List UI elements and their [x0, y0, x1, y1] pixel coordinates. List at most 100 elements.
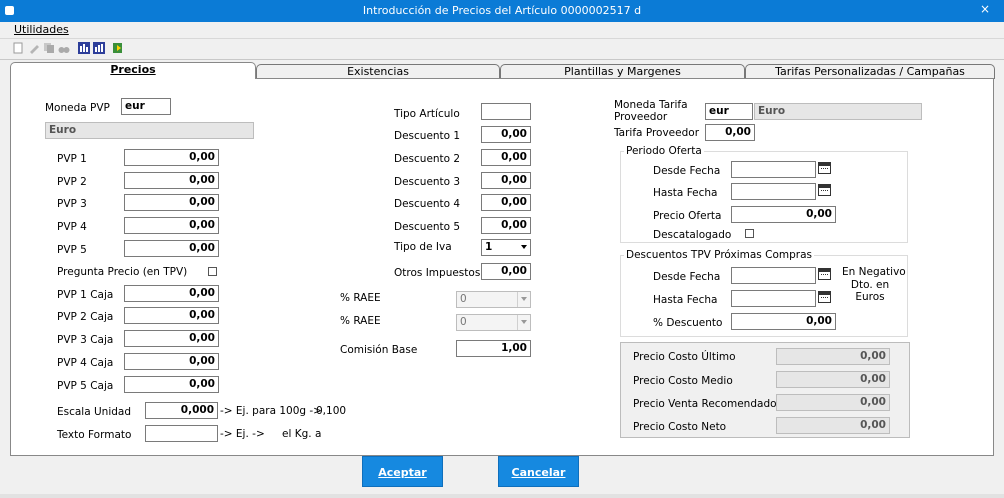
- costo-medio-value: 0,00: [776, 371, 890, 388]
- tipo-iva-value: 1: [485, 241, 493, 253]
- escala-example: 0,100: [316, 405, 347, 417]
- calendar-icon[interactable]: [818, 184, 831, 196]
- comision-base-label: Comisión Base: [340, 344, 418, 356]
- tarifa-proveedor-label: Tarifa Proveedor: [614, 127, 700, 139]
- pvp5-caja-label: PVP 5 Caja: [57, 380, 114, 392]
- pvp3-label: PVP 3: [57, 198, 87, 210]
- texto-hint: -> Ej. ->: [220, 428, 265, 440]
- cancelar-button[interactable]: Cancelar: [498, 456, 579, 487]
- moneda-tarifa-label-2: Proveedor: [614, 111, 668, 123]
- pvp4-label: PVP 4: [57, 221, 87, 233]
- calendar-icon[interactable]: [818, 162, 831, 174]
- pregunta-precio-label: Pregunta Precio (en TPV): [57, 266, 188, 278]
- calendar-icon[interactable]: [818, 268, 831, 280]
- descuento4-input[interactable]: 0,00: [481, 194, 531, 211]
- precio-oferta-label: Precio Oferta: [653, 210, 722, 222]
- descuento5-input[interactable]: 0,00: [481, 217, 531, 234]
- dtpv-pct-input[interactable]: 0,00: [731, 313, 836, 330]
- tab-plantillas[interactable]: Plantillas y Margenes: [500, 64, 745, 79]
- calendar-icon[interactable]: [818, 291, 831, 303]
- otros-impuestos-input[interactable]: 0,00: [481, 263, 531, 280]
- pvp4-caja-input[interactable]: 0,00: [124, 353, 219, 370]
- descatalogado-checkbox[interactable]: [745, 229, 754, 238]
- dtpv-desde-label: Desde Fecha: [653, 271, 721, 283]
- moneda-tarifa-input[interactable]: eur: [705, 103, 753, 120]
- venta-recomendado-value: 0,00: [776, 394, 890, 411]
- title-bar: Introducción de Precios del Artículo 000…: [0, 0, 1004, 22]
- tab-existencias[interactable]: Existencias: [256, 64, 500, 79]
- costo-neto-value: 0,00: [776, 417, 890, 434]
- pvp4-caja-label: PVP 4 Caja: [57, 357, 114, 369]
- descuento2-input[interactable]: 0,00: [481, 149, 531, 166]
- tab-tarifas[interactable]: Tarifas Personalizadas / Campañas: [745, 64, 995, 79]
- oferta-hasta-label: Hasta Fecha: [653, 187, 718, 199]
- pvp3-input[interactable]: 0,00: [124, 194, 219, 211]
- pvp5-caja-input[interactable]: 0,00: [124, 376, 219, 393]
- descuento1-input[interactable]: 0,00: [481, 126, 531, 143]
- descuento3-input[interactable]: 0,00: [481, 172, 531, 189]
- raee2-label: % RAEE: [340, 315, 381, 327]
- menu-utilidades[interactable]: Utilidades: [14, 23, 69, 36]
- costo-ultimo-label: Precio Costo Último: [633, 351, 736, 363]
- menu-bar: Utilidades: [0, 22, 1004, 38]
- edit-icon[interactable]: [28, 42, 40, 54]
- pvp1-input[interactable]: 0,00: [124, 149, 219, 166]
- oferta-hasta-input[interactable]: [731, 183, 816, 200]
- chevron-down-icon: [521, 320, 527, 324]
- dtpv-hasta-input[interactable]: [731, 290, 816, 307]
- descuento2-label: Descuento 2: [394, 153, 461, 165]
- otros-impuestos-label: Otros Impuestos: [394, 267, 481, 279]
- pvp5-input[interactable]: 0,00: [124, 240, 219, 257]
- pregunta-precio-checkbox[interactable]: [208, 267, 217, 276]
- periodo-oferta-title: Periodo Oferta: [624, 145, 704, 157]
- search-binoculars-icon[interactable]: [58, 42, 70, 54]
- tarifa-proveedor-input[interactable]: 0,00: [705, 124, 755, 141]
- raee1-label: % RAEE: [340, 292, 381, 304]
- escala-unidad-input[interactable]: 0,000: [145, 402, 218, 419]
- pvp4-input[interactable]: 0,00: [124, 217, 219, 234]
- tipo-iva-select[interactable]: 1: [481, 239, 531, 256]
- escala-hint: -> Ej. para 100g ->: [220, 405, 322, 417]
- pvp1-caja-input[interactable]: 0,00: [124, 285, 219, 302]
- aceptar-button[interactable]: Aceptar: [362, 456, 443, 487]
- descuento4-label: Descuento 4: [394, 198, 461, 210]
- precio-oferta-input[interactable]: 0,00: [731, 206, 836, 223]
- moneda-tarifa-description: Euro: [754, 103, 922, 120]
- descuento5-label: Descuento 5: [394, 221, 461, 233]
- close-button[interactable]: ×: [980, 2, 990, 16]
- descuentos-tpv-title: Descuentos TPV Próximas Compras: [624, 249, 814, 261]
- descatalogado-label: Descatalogado: [653, 229, 732, 241]
- dtpv-hasta-label: Hasta Fecha: [653, 294, 718, 306]
- new-document-icon[interactable]: [12, 42, 24, 54]
- moneda-pvp-input[interactable]: eur: [121, 98, 171, 115]
- export-sheet-icon[interactable]: [112, 42, 124, 54]
- oferta-desde-input[interactable]: [731, 161, 816, 178]
- dtpv-desde-input[interactable]: [731, 267, 816, 284]
- tipo-articulo-input[interactable]: [481, 103, 531, 120]
- texto-formato-input[interactable]: [145, 425, 218, 442]
- report-bars-icon[interactable]: [93, 42, 105, 54]
- pvp3-caja-input[interactable]: 0,00: [124, 330, 219, 347]
- oferta-desde-label: Desde Fecha: [653, 165, 721, 177]
- raee2-value: 0: [460, 316, 467, 328]
- tab-precios[interactable]: Precios: [10, 62, 256, 79]
- chevron-down-icon: [521, 245, 527, 249]
- descuento1-label: Descuento 1: [394, 130, 461, 142]
- pvp2-caja-input[interactable]: 0,00: [124, 307, 219, 324]
- raee2-select[interactable]: 0: [456, 314, 531, 331]
- venta-recomendado-label: Precio Venta Recomendado: [633, 398, 777, 410]
- costo-medio-label: Precio Costo Medio: [633, 375, 733, 387]
- dtpv-note-3: Euros: [855, 291, 885, 303]
- descuento3-label: Descuento 3: [394, 176, 461, 188]
- pvp2-input[interactable]: 0,00: [124, 172, 219, 189]
- moneda-pvp-description: Euro: [45, 122, 254, 139]
- moneda-pvp-label: Moneda PVP: [45, 102, 110, 114]
- comision-base-input[interactable]: 1,00: [456, 340, 531, 357]
- copy-icon[interactable]: [43, 42, 55, 54]
- chart-bars-icon[interactable]: [78, 42, 90, 54]
- horizontal-scrollbar[interactable]: [0, 494, 1004, 498]
- costo-ultimo-value: 0,00: [776, 348, 890, 365]
- toolbar: [0, 38, 1004, 60]
- raee1-select[interactable]: 0: [456, 291, 531, 308]
- pvp5-label: PVP 5: [57, 244, 87, 256]
